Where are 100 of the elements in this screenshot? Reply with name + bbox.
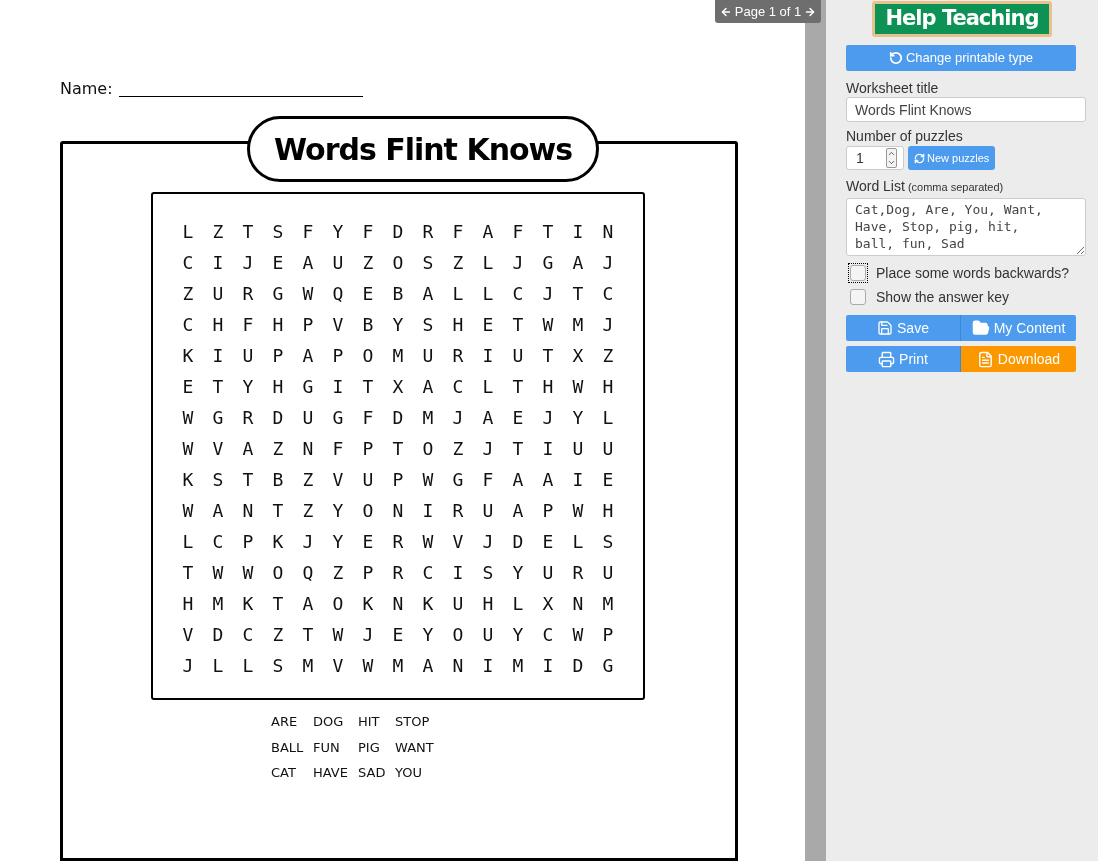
new-puzzles-button[interactable]: New puzzles [908,146,996,170]
grid-letter: C [241,623,255,647]
grid-letter: W [181,406,195,430]
grid-letter: L [511,592,525,616]
checkbox-label: Show the answer key [876,287,1010,307]
save-button[interactable]: Save [846,315,961,341]
word-bank-word: HAVE [313,764,349,782]
print-button[interactable]: Print [846,346,961,372]
grid-letter: T [511,375,525,399]
grid-letter: M [391,344,405,368]
grid-letter: D [271,406,285,430]
grid-letter: Y [511,623,525,647]
grid-letter: E [511,406,525,430]
download-button[interactable]: Download [961,346,1076,372]
grid-letter: T [301,623,315,647]
grid-letter: V [331,468,345,492]
grid-letter: T [271,499,285,523]
grid-letter: G [301,375,315,399]
word-bank-word: HIT [358,713,381,731]
word-bank-word: YOU [395,764,423,782]
grid-letter: S [421,313,435,337]
grid-letter: I [481,344,495,368]
my-content-button[interactable]: My Content [961,315,1076,341]
grid-letter: Z [181,282,195,306]
grid-letter: F [241,313,255,337]
grid-letter: H [181,592,195,616]
grid-letter: M [301,654,315,678]
change-type-button[interactable]: Change printable type [846,45,1076,71]
grid-letter: J [541,282,555,306]
grid-letter: C [181,251,195,275]
grid-letter: T [271,592,285,616]
grid-letter: G [211,406,225,430]
grid-letter: A [421,654,435,678]
grid-letter: H [601,499,615,523]
grid-letter: Y [391,313,405,337]
checkbox-label: Place some words backwards? [876,263,1069,283]
grid-letter: I [331,375,345,399]
grid-letter: S [481,561,495,585]
grid-letter: Q [301,561,315,585]
grid-letter: H [601,375,615,399]
grid-letter: N [451,654,465,678]
grid-letter: F [301,220,315,244]
grid-letter: T [511,313,525,337]
grid-letter: I [541,437,555,461]
word-bank-word: SAD [358,764,387,782]
grid-letter: S [421,251,435,275]
grid-letter: A [241,437,255,461]
grid-letter: O [361,499,375,523]
grid-letter: X [391,375,405,399]
grid-letter: J [601,313,615,337]
grid-letter: T [241,220,255,244]
grid-letter: Y [571,406,585,430]
grid-letter: N [391,592,405,616]
grid-letter: A [421,282,435,306]
grid-letter: R [451,499,465,523]
grid-letter: E [361,282,375,306]
grid-letter: J [511,251,525,275]
grid-letter: L [481,282,495,306]
grid-letter: I [481,654,495,678]
grid-letter: U [301,406,315,430]
grid-letter: T [391,437,405,461]
word-bank-word: PIG [358,738,381,757]
title-input-field[interactable]: Words Flint Knows [846,97,1086,122]
grid-letter: F [361,406,375,430]
grid-letter: D [211,623,225,647]
grid-letter: D [391,220,405,244]
grid-letter: Y [331,220,345,244]
grid-letter: S [211,468,225,492]
word-list-field[interactable]: Cat,Dog, Are, You, Want, Have, Stop, pig, hit, ball, fun, Sad [846,198,1086,256]
number-input-field[interactable]: 1 [846,146,904,170]
grid-letter: M [421,406,435,430]
grid-letter: M [601,592,615,616]
grid-letter: N [391,499,405,523]
field-hint: (comma separated) [907,180,1004,195]
grid-letter: V [211,437,225,461]
grid-letter: M [571,313,585,337]
grid-letter: A [571,251,585,275]
grid-letter: E [271,251,285,275]
grid-letter: Z [601,344,615,368]
grid-letter: P [301,313,315,337]
grid-letter: J [181,654,195,678]
grid-letter: J [241,251,255,275]
grid-letter: A [301,251,315,275]
grid-letter: Z [451,251,465,275]
grid-letter: E [481,313,495,337]
grid-letter: K [241,592,255,616]
grid-letter: H [211,313,225,337]
grid-letter: T [361,375,375,399]
grid-letter: U [601,561,615,585]
grid-letter: W [571,623,585,647]
grid-letter: O [421,437,435,461]
grid-letter: T [511,437,525,461]
grid-letter: T [541,344,555,368]
grid-letter: W [571,499,585,523]
grid-letter: L [181,220,195,244]
grid-letter: F [331,437,345,461]
grid-letter: I [211,251,225,275]
grid-letter: Z [301,468,315,492]
grid-letter: Y [421,623,435,647]
page-label: Page 1 of 1 [734,2,802,21]
